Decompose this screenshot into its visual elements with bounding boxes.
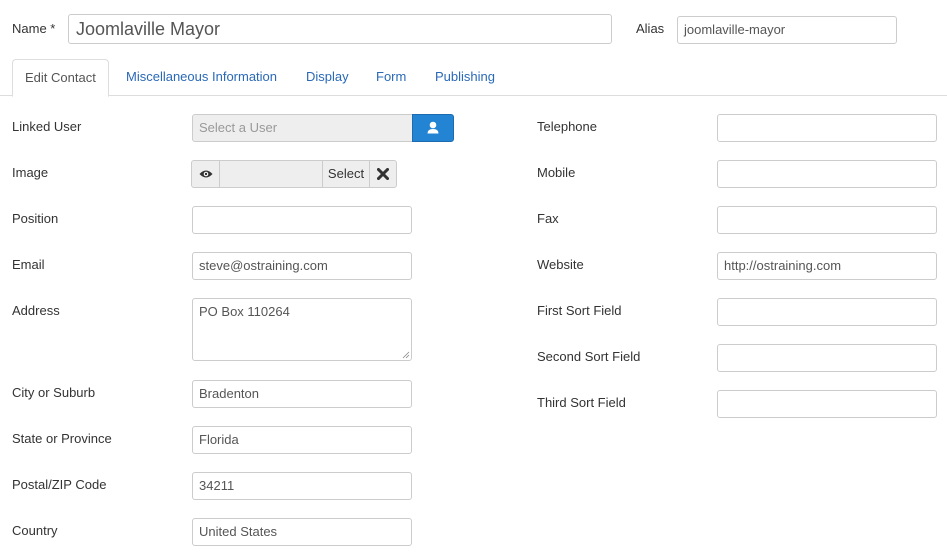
third-sort-input[interactable]: [717, 390, 937, 418]
image-preview-button[interactable]: [192, 161, 220, 187]
tab-miscellaneous-information[interactable]: Miscellaneous Information: [114, 59, 289, 96]
tab-display[interactable]: Display: [294, 59, 361, 96]
third-sort-label: Third Sort Field: [537, 395, 626, 410]
image-clear-button[interactable]: [370, 161, 396, 187]
fax-label: Fax: [537, 211, 559, 226]
second-sort-input[interactable]: [717, 344, 937, 372]
tab-publishing[interactable]: Publishing: [423, 59, 507, 96]
city-label: City or Suburb: [12, 385, 96, 400]
tab-bar: Edit Contact Miscellaneous Information D…: [0, 59, 947, 97]
website-label: Website: [537, 257, 584, 272]
mobile-input[interactable]: [717, 160, 937, 188]
position-input[interactable]: [192, 206, 412, 234]
postcode-input[interactable]: 34211: [192, 472, 412, 500]
state-input[interactable]: Florida: [192, 426, 412, 454]
fax-input[interactable]: [717, 206, 937, 234]
select-user-button[interactable]: [412, 114, 454, 142]
resize-handle-icon[interactable]: [402, 351, 410, 359]
position-label: Position: [12, 211, 59, 226]
image-select-button[interactable]: Select: [323, 161, 370, 187]
close-icon: [377, 168, 389, 180]
website-input[interactable]: http://ostraining.com: [717, 252, 937, 280]
telephone-input[interactable]: [717, 114, 937, 142]
first-sort-input[interactable]: [717, 298, 937, 326]
name-input[interactable]: Joomlaville Mayor: [68, 14, 612, 44]
country-label: Country: [12, 523, 58, 538]
image-label: Image: [12, 165, 49, 180]
address-textarea[interactable]: PO Box 110264: [192, 298, 412, 361]
city-input[interactable]: Bradenton: [192, 380, 412, 408]
image-field-group: Select: [191, 160, 397, 188]
tab-form[interactable]: Form: [364, 59, 418, 96]
linked-user-field[interactable]: Select a User: [192, 114, 413, 142]
state-label: State or Province: [12, 431, 112, 446]
tab-edit-contact[interactable]: Edit Contact: [12, 59, 109, 97]
postcode-label: Postal/ZIP Code: [12, 477, 107, 492]
country-input[interactable]: United States: [192, 518, 412, 546]
address-label: Address: [12, 303, 60, 318]
first-sort-label: First Sort Field: [537, 303, 622, 318]
email-label: Email: [12, 257, 45, 272]
email-input[interactable]: steve@ostraining.com: [192, 252, 412, 280]
alias-input[interactable]: joomlaville-mayor: [677, 16, 897, 44]
telephone-label: Telephone: [537, 119, 597, 134]
name-label: Name *: [12, 21, 56, 36]
eye-icon: [199, 170, 212, 178]
mobile-label: Mobile: [537, 165, 576, 180]
alias-label: Alias: [636, 21, 665, 36]
image-path-field[interactable]: [220, 161, 323, 187]
linked-user-label: Linked User: [12, 119, 82, 134]
user-icon: [427, 121, 439, 134]
second-sort-label: Second Sort Field: [537, 349, 641, 364]
